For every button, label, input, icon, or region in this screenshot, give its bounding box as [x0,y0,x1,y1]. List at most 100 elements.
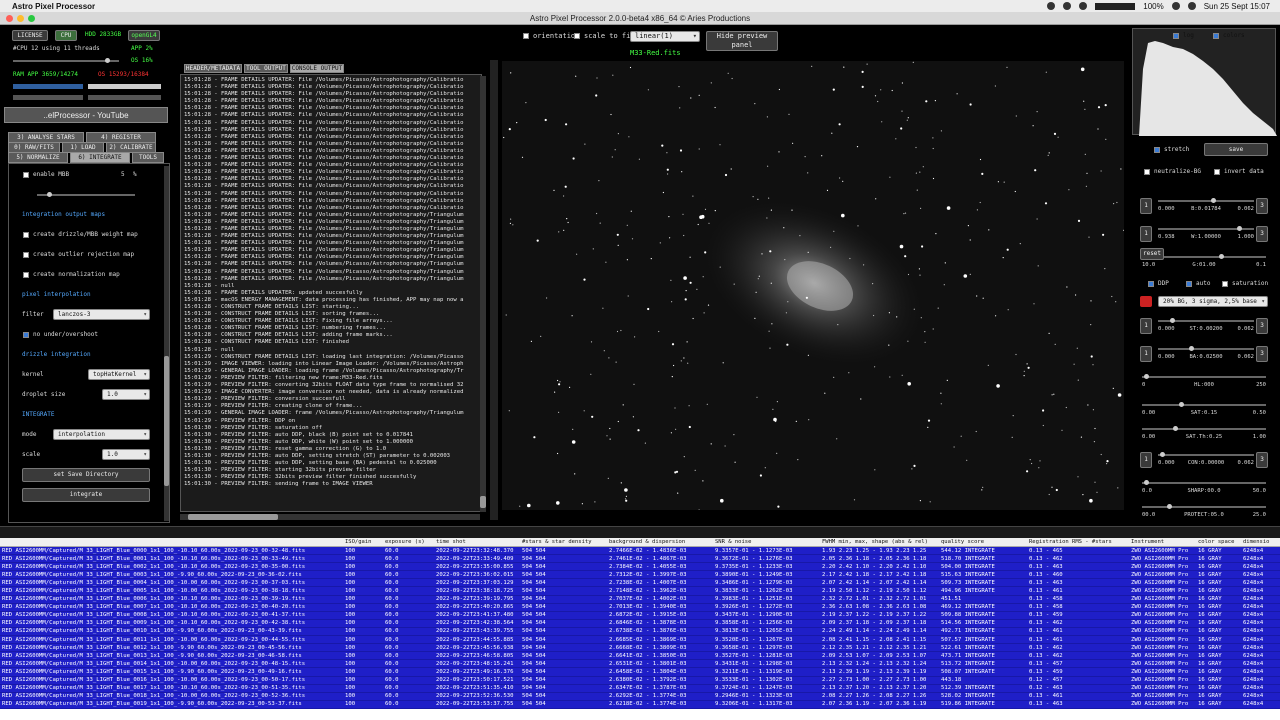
log-option[interactable]: log [1173,32,1194,39]
column-header[interactable]: FWHM min, max, shape (abs & rel) [822,539,928,545]
frame-list-table[interactable]: ISO/gain exposure (s) time shot #stars & st… [0,538,1280,720]
sharpen-slider[interactable] [1142,480,1266,485]
ddp-checkbox[interactable] [1148,280,1154,287]
column-header[interactable]: #stars & star density [522,539,592,545]
column-header[interactable]: SNR & noise [715,539,751,545]
create-outlier-option[interactable]: create outlier rejection map [23,251,134,258]
scale-to-fit-option[interactable]: scale to fit [574,32,635,40]
log-checkbox[interactable] [1173,32,1179,39]
stretch-param-step-up[interactable]: 3 [1256,318,1268,334]
invert-option[interactable]: invert data [1214,168,1264,175]
colors-checkbox[interactable] [1213,32,1219,39]
table-row[interactable]: RED ASI2600MM/Captured/M 33_LIGHT_Blue_0… [0,571,1280,580]
column-header[interactable]: exposure (s) [385,539,425,545]
table-row[interactable]: RED ASI2600MM/Captured/M 33_LIGHT_Blue_0… [0,611,1280,620]
table-row[interactable]: RED ASI2600MM/Captured/M 33_LIGHT_Blue_0… [0,555,1280,564]
activity-graph[interactable] [1095,2,1136,10]
column-header[interactable]: Instrument [1131,539,1164,545]
set-save-directory-button[interactable]: set Save Directory [22,468,150,482]
column-header[interactable]: quality score [941,539,984,545]
record-icon[interactable] [1063,2,1072,10]
table-row[interactable]: RED ASI2600MM/Captured/M 33_LIGHT_Blue_0… [0,603,1280,612]
table-row[interactable]: RED ASI2600MM/Captured/M 33_LIGHT_Blue_0… [0,547,1280,556]
filter-select[interactable]: lanczos-3 [53,309,150,320]
wifi-icon[interactable] [1171,2,1180,10]
table-row[interactable]: RED ASI2600MM/Captured/M 33_LIGHT_Blue_0… [0,700,1280,709]
stretch-checkbox[interactable] [1154,146,1160,153]
saturation-option[interactable]: saturation [1222,280,1268,287]
reset-button[interactable]: reset [1140,248,1164,260]
red-indicator-button[interactable] [1140,296,1152,307]
column-header[interactable]: dimensio [1243,539,1270,545]
histogram[interactable]: log colors [1132,28,1277,136]
column-header[interactable]: Registration RMS - #stars [1029,539,1112,545]
white-point-step-up[interactable]: 3 [1256,226,1268,242]
bg-mode-select[interactable]: 20% BG, 3 sigma, 2,5% base [1158,296,1268,307]
app-menu[interactable]: Astro Pixel Processor [12,2,95,11]
clock[interactable]: Sun 25 Sept 15:07 [1204,2,1270,11]
auto-checkbox[interactable] [1186,280,1192,287]
table-row[interactable]: RED ASI2600MM/Captured/M 33_LIGHT_Blue_0… [0,579,1280,588]
highlight-slider[interactable] [1142,374,1266,379]
table-row[interactable]: RED ASI2600MM/Captured/M 33_LIGHT_Blue_0… [0,676,1280,685]
panel-scrollbar[interactable] [164,166,169,521]
dropbox-icon[interactable] [1079,2,1088,10]
table-row[interactable]: RED ASI2600MM/Captured/M 33_LIGHT_Blue_0… [0,684,1280,693]
console-h-scrollbar[interactable] [180,514,480,520]
invert-checkbox[interactable] [1214,168,1220,175]
column-header[interactable]: background & dispersion [609,539,685,545]
create-norm-option[interactable]: create normalization map [23,271,120,278]
neutralize-option[interactable]: neutralize-BG [1144,168,1201,175]
table-row[interactable]: RED ASI2600MM/Captured/M 33_LIGHT_Blue_0… [0,652,1280,661]
integrate-button[interactable]: integrate [22,488,150,502]
tab-normalize[interactable]: 5) NORMALIZE [8,152,68,163]
white-point-slider[interactable] [1158,226,1254,231]
base-pedestal-slider[interactable] [1158,346,1254,351]
auto-option[interactable]: auto [1186,280,1210,287]
stretch-option[interactable]: stretch [1154,146,1189,153]
search-icon[interactable] [1187,2,1196,10]
mode-select[interactable]: interpolation [53,429,150,440]
split-divider[interactable] [490,60,498,520]
colors-option[interactable]: colors [1213,32,1245,39]
enable-mbb[interactable]: enable MBB [23,171,69,178]
enable-mbb-checkbox[interactable] [23,171,29,178]
scale-select[interactable]: 1.0 [102,449,150,460]
create-outlier-checkbox[interactable] [23,251,29,258]
table-splitter[interactable] [0,526,1280,538]
stretch-mode-select[interactable]: linear(1) [630,31,700,42]
base-pedestal-step-down[interactable]: 1 [1140,346,1152,362]
save-button[interactable]: save [1204,143,1268,156]
base-pedestal-step-up[interactable]: 3 [1256,346,1268,362]
black-point-step-down[interactable]: 1 [1140,198,1152,214]
table-row[interactable]: RED ASI2600MM/Captured/M 33_LIGHT_Blue_0… [0,644,1280,653]
table-row[interactable]: RED ASI2600MM/Captured/M 33_LIGHT_Blue_0… [0,692,1280,701]
tab-tools[interactable]: TOOLS [132,152,164,163]
contrast-step-down[interactable]: 1 [1140,452,1152,468]
no-overshoot-option[interactable]: no under/overshoot [23,331,98,338]
cpu-button[interactable]: CPU [55,30,77,41]
column-header[interactable]: time shot [436,539,466,545]
console-output[interactable]: 15:01:28 - FRAME DETAILS UPDATER: File /… [180,74,482,512]
battery-label[interactable]: 100% [1143,2,1163,11]
column-header[interactable]: ISO/gain [345,539,372,545]
contrast-slider[interactable] [1158,452,1254,457]
stretch-param-slider[interactable] [1158,318,1254,323]
orientation-checkbox[interactable] [523,33,529,39]
opengl-button[interactable]: openGL4 [128,30,160,41]
close-window-button[interactable] [6,15,13,22]
create-drizzle-option[interactable]: create drizzle/MBB weight map [23,231,138,238]
table-row[interactable]: RED ASI2600MM/Captured/M 33_LIGHT_Blue_0… [0,627,1280,637]
license-button[interactable]: LICENSE [12,30,48,41]
table-row[interactable]: RED ASI2600MM/Captured/M 33_LIGHT_Blue_0… [0,587,1280,596]
zoom-window-button[interactable] [28,15,35,22]
scale-to-fit-checkbox[interactable] [574,33,580,39]
column-header[interactable]: color space [1198,539,1234,545]
tab-integrate[interactable]: 6) INTEGRATE [70,152,130,163]
image-preview[interactable] [502,61,1124,510]
protect-slider[interactable] [1142,504,1266,509]
threads-slider[interactable] [13,58,119,63]
neutralize-checkbox[interactable] [1144,168,1150,175]
youtube-title[interactable]: ..elProcessor - YouTube [4,107,168,123]
saturation-checkbox[interactable] [1222,280,1228,287]
